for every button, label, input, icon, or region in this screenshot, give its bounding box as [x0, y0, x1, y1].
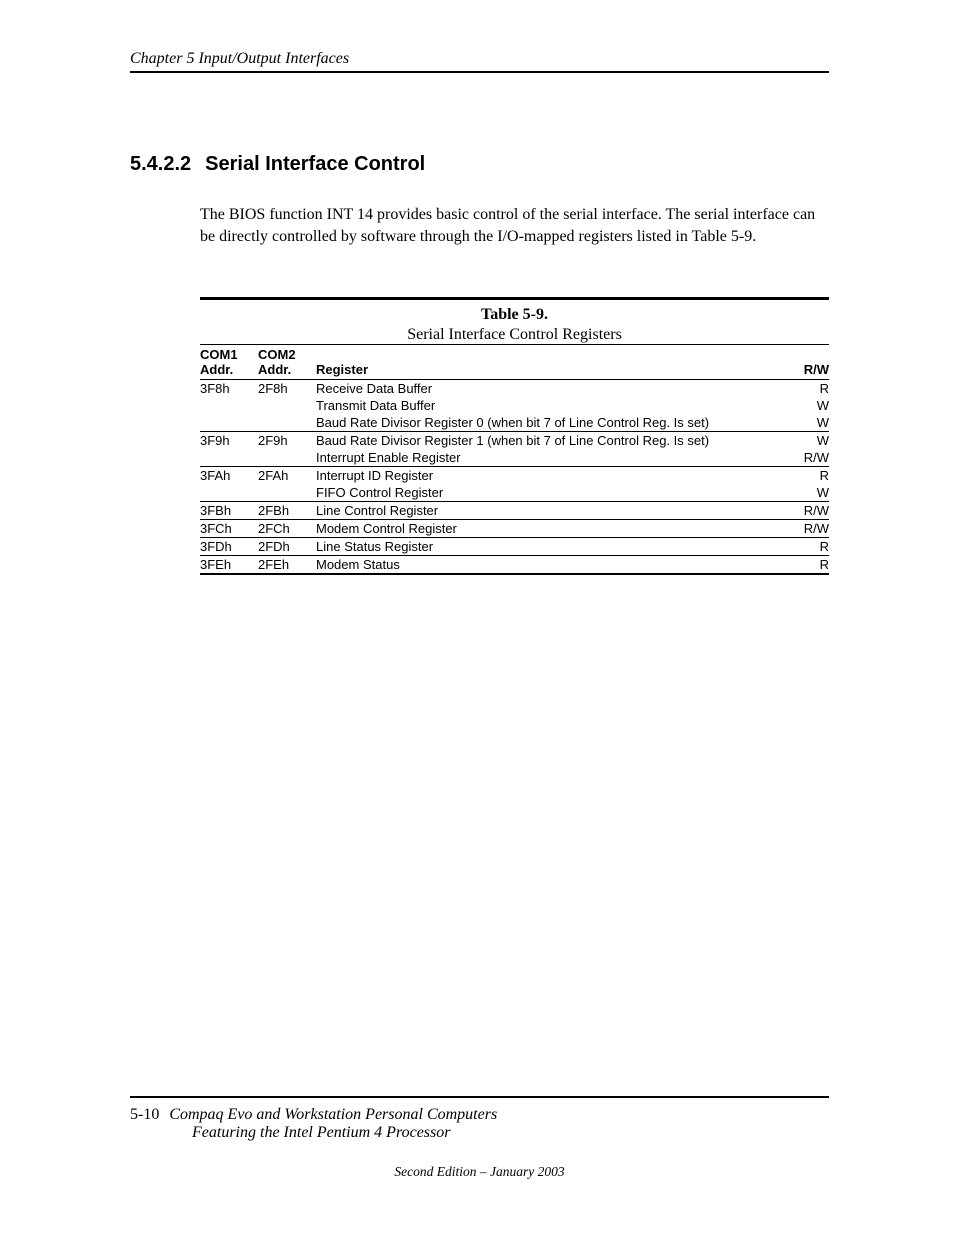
table-cell: Baud Rate Divisor Register 0 (when bit 7…	[316, 414, 779, 432]
table-cell: 3FDh	[200, 538, 258, 556]
table-title: Serial Interface Control Registers	[200, 326, 829, 344]
table-cell: Interrupt ID Register	[316, 467, 779, 485]
table-cell: FIFO Control Register	[316, 484, 779, 502]
table-cell: R	[779, 380, 829, 398]
section-title: Serial Interface Control	[205, 153, 425, 175]
table-cell: 2F8h	[258, 380, 316, 398]
table-cell	[200, 397, 258, 414]
section-heading: 5.4.2.2 Serial Interface Control	[130, 153, 829, 176]
table-cell: R/W	[779, 502, 829, 520]
table-cell: Interrupt Enable Register	[316, 449, 779, 467]
table-cell: 3FBh	[200, 502, 258, 520]
table-cell: Line Status Register	[316, 538, 779, 556]
table-row: 3FEh2FEhModem StatusR	[200, 556, 829, 575]
th-register: Register	[316, 345, 779, 380]
running-header: Chapter 5 Input/Output Interfaces	[130, 50, 829, 73]
table-cell: 2FAh	[258, 467, 316, 485]
th-com2: COM2Addr.	[258, 345, 316, 380]
table-cell	[258, 397, 316, 414]
page-footer: 5-10 Compaq Evo and Workstation Personal…	[130, 1096, 829, 1180]
table-label: Table 5-9.	[200, 306, 829, 324]
th-rw: R/W	[779, 345, 829, 380]
section-paragraph: The BIOS function INT 14 provides basic …	[200, 204, 829, 247]
table-cell: 2F9h	[258, 432, 316, 450]
table-cell: 3FEh	[200, 556, 258, 575]
table-cell: R	[779, 467, 829, 485]
table-row: Interrupt Enable RegisterR/W	[200, 449, 829, 467]
table-row: FIFO Control RegisterW	[200, 484, 829, 502]
page-number: 5-10	[130, 1106, 159, 1123]
section-number: 5.4.2.2	[130, 153, 191, 175]
table-cell: Transmit Data Buffer	[316, 397, 779, 414]
table-cell	[258, 414, 316, 432]
table-row: 3FBh2FBhLine Control RegisterR/W	[200, 502, 829, 520]
table-row: 3F8h2F8hReceive Data BufferR	[200, 380, 829, 398]
table-cell	[200, 449, 258, 467]
table-cell: 3FAh	[200, 467, 258, 485]
table-row: Baud Rate Divisor Register 0 (when bit 7…	[200, 414, 829, 432]
table-cell: Baud Rate Divisor Register 1 (when bit 7…	[316, 432, 779, 450]
table-cell: R	[779, 538, 829, 556]
table-row: 3F9h2F9hBaud Rate Divisor Register 1 (wh…	[200, 432, 829, 450]
table-cell	[258, 449, 316, 467]
table-body: 3F8h2F8hReceive Data BufferRTransmit Dat…	[200, 380, 829, 575]
table-cell: W	[779, 414, 829, 432]
table-cell: 2FCh	[258, 520, 316, 538]
table-cell: Line Control Register	[316, 502, 779, 520]
footer-title: Compaq Evo and Workstation Personal Comp…	[169, 1106, 497, 1123]
table-cell: R/W	[779, 449, 829, 467]
table-cell: 2FDh	[258, 538, 316, 556]
table-cell: 3F8h	[200, 380, 258, 398]
table-cell: W	[779, 432, 829, 450]
table-cell: Modem Control Register	[316, 520, 779, 538]
table-cell	[200, 484, 258, 502]
table-cell: Modem Status	[316, 556, 779, 575]
table-cell: R/W	[779, 520, 829, 538]
table-row: 3FAh2FAhInterrupt ID RegisterR	[200, 467, 829, 485]
table-cell: W	[779, 397, 829, 414]
table-cell: R	[779, 556, 829, 575]
table-cell: 2FBh	[258, 502, 316, 520]
footer-edition: Second Edition – January 2003	[130, 1164, 829, 1180]
table-cell: 3FCh	[200, 520, 258, 538]
th-com1: COM1Addr.	[200, 345, 258, 380]
table-row: 3FDh2FDhLine Status RegisterR	[200, 538, 829, 556]
table-row: Transmit Data BufferW	[200, 397, 829, 414]
table-cell: 2FEh	[258, 556, 316, 575]
footer-subtitle: Featuring the Intel Pentium 4 Processor	[192, 1124, 829, 1142]
table-cell: W	[779, 484, 829, 502]
table-cell: Receive Data Buffer	[316, 380, 779, 398]
table-cell	[258, 484, 316, 502]
table-cell	[200, 414, 258, 432]
table-cell: 3F9h	[200, 432, 258, 450]
table-5-9: Table 5-9. Serial Interface Control Regi…	[200, 297, 829, 575]
table-row: 3FCh2FChModem Control RegisterR/W	[200, 520, 829, 538]
